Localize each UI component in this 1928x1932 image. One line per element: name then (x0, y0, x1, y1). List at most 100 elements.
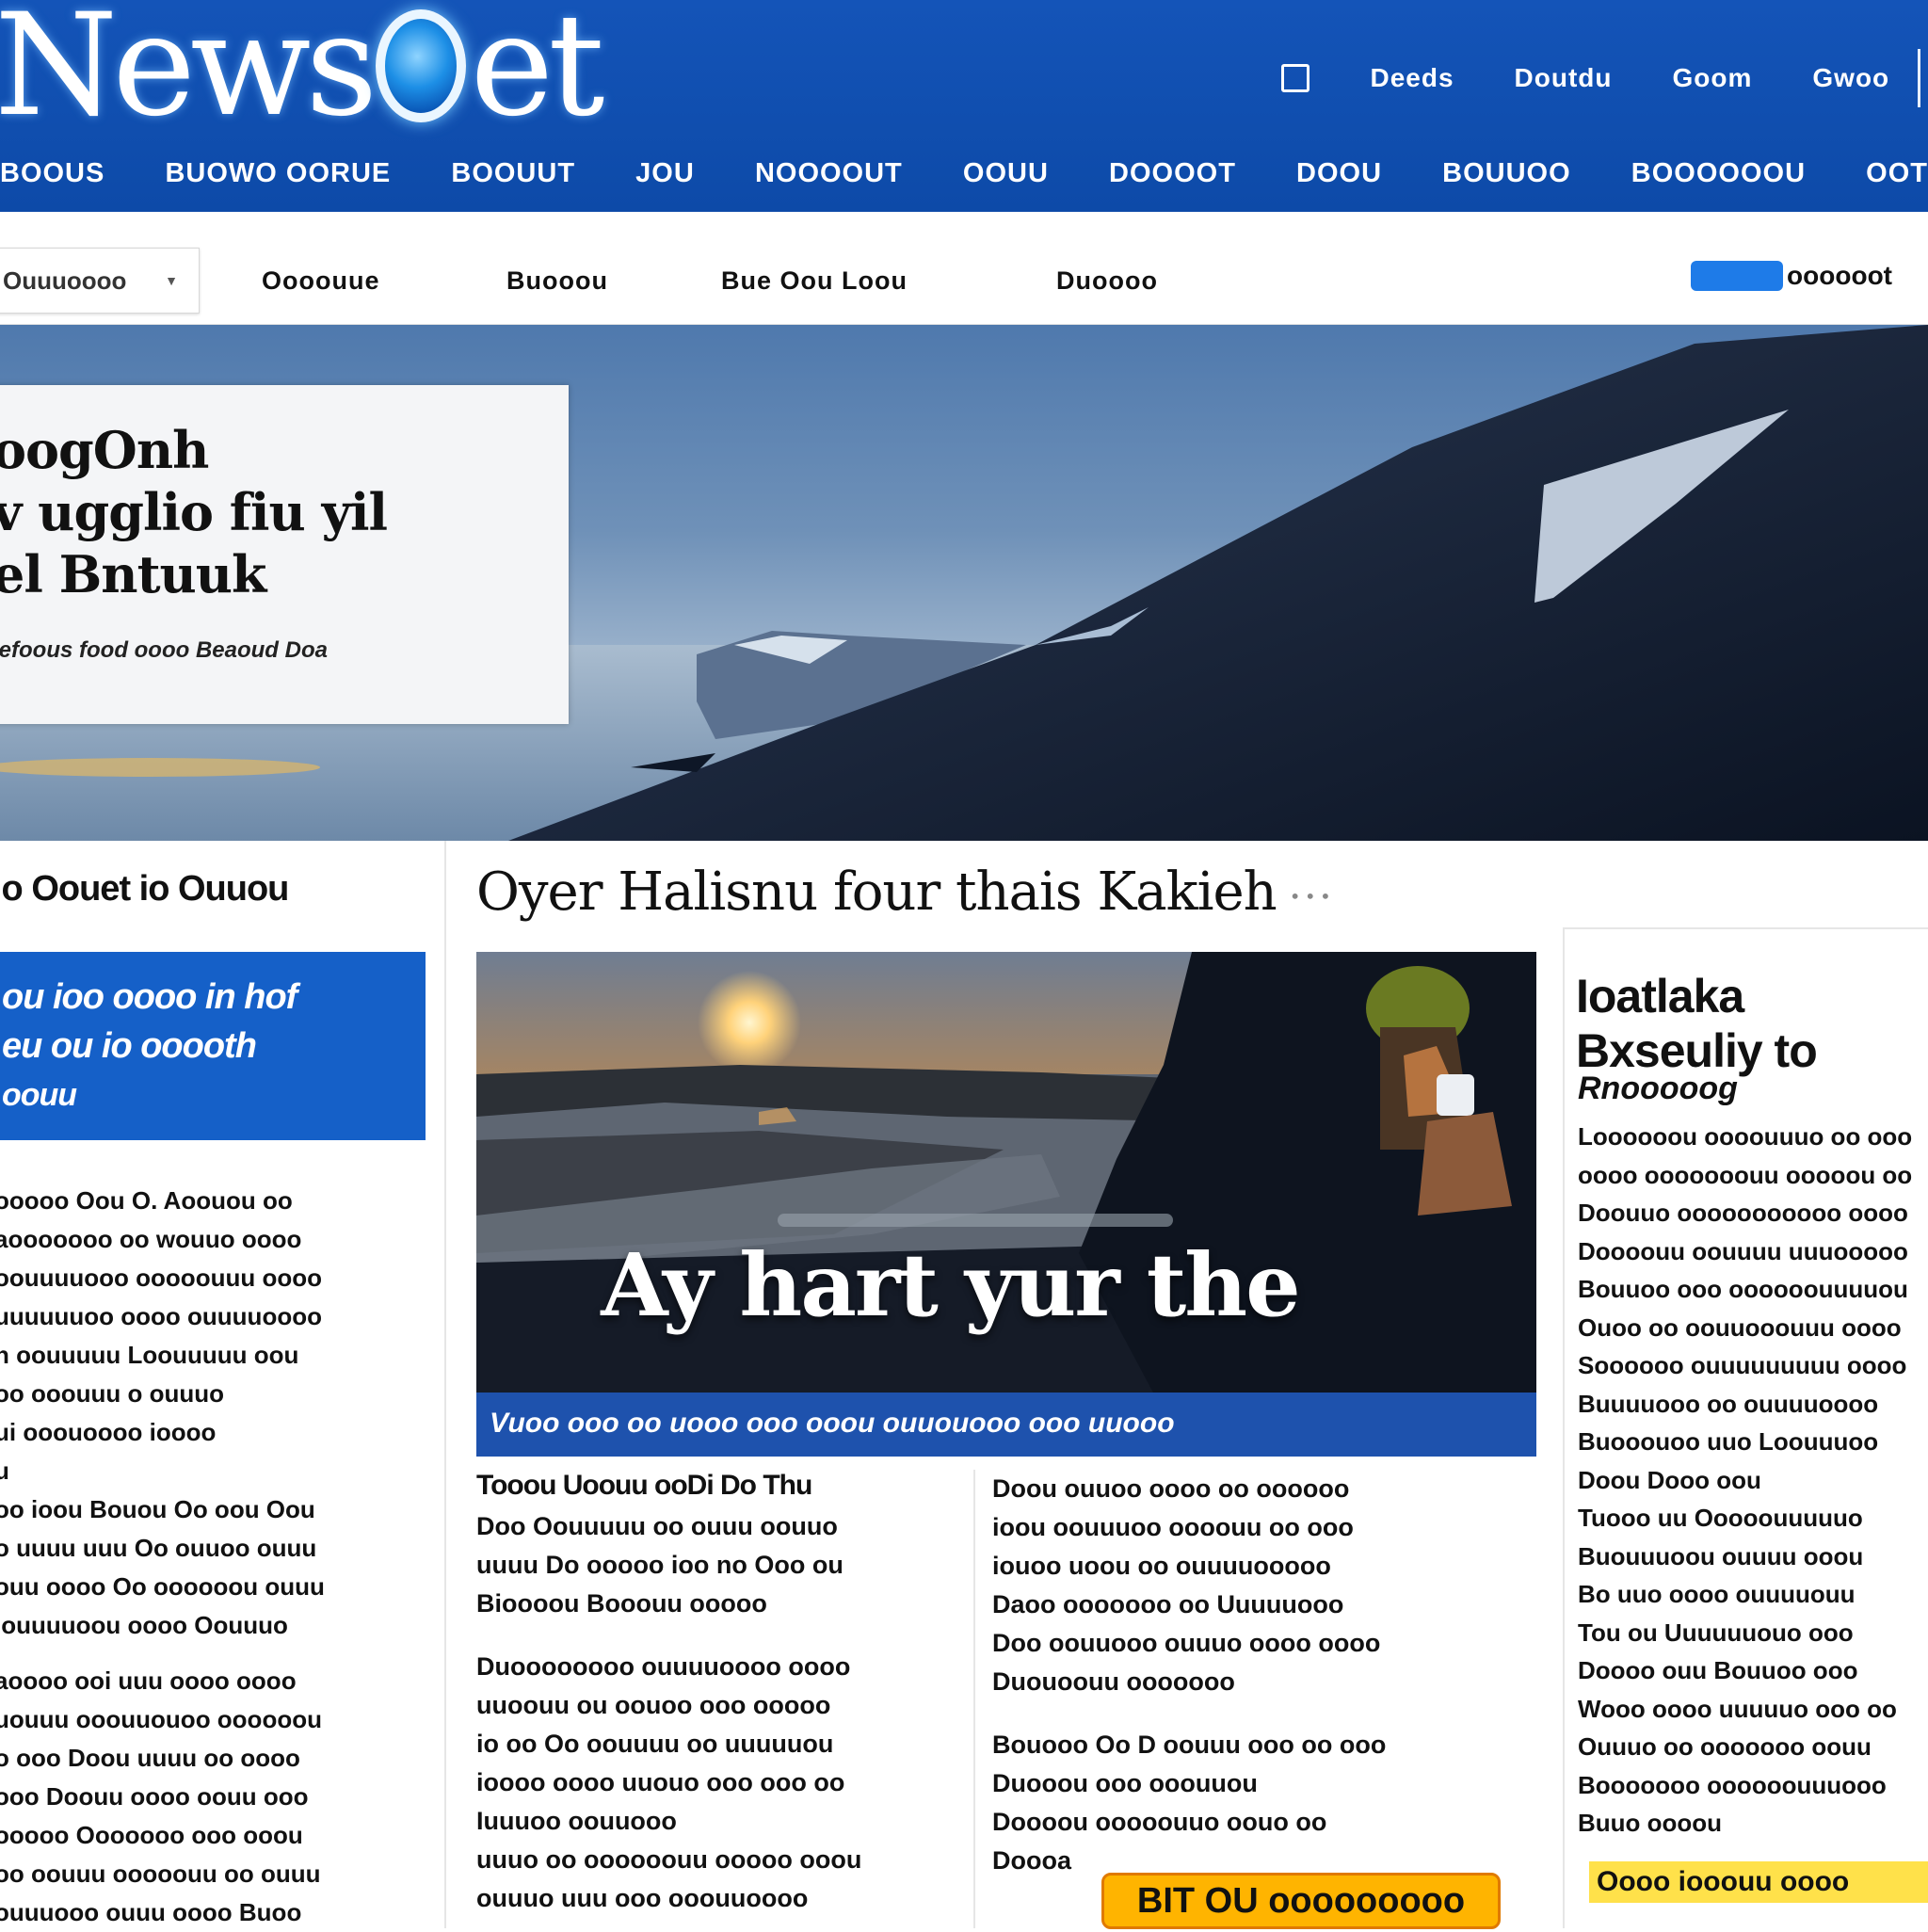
nav-item-9[interactable]: Bouuoo (1442, 158, 1571, 189)
hero-headline-card[interactable]: oogOnh v ugglio fiu yil el Bntuuk iefoou… (0, 385, 569, 724)
body-line: o ooo Doou uuuu oo oooo (0, 1744, 300, 1772)
utility-link-4[interactable]: Gwoo (1812, 63, 1889, 93)
story-line: ioooo oooo uuouo ooo ooo oo (476, 1768, 845, 1796)
nav-item-7[interactable]: Doooot (1109, 158, 1236, 189)
main-headline[interactable]: Oyer Halisnu four thais Kakieh • • • (476, 861, 1331, 923)
body-line: ouu oooo Oo oooooou ouuu (0, 1572, 325, 1601)
body-line: ooooo Ooooooo ooo ooou (0, 1821, 303, 1849)
subscribe-pill-icon (1691, 261, 1784, 291)
promo-line-3: oouu (2, 1077, 77, 1113)
body-line: Ouuuo oo ooooooo oouu (1578, 1732, 1872, 1761)
nav-item-8[interactable]: Doou (1296, 158, 1382, 189)
story-line: Duouoouu ooooooo (992, 1667, 1235, 1696)
utility-link-2[interactable]: Doutdu (1515, 63, 1613, 93)
story-line: uuoouu ou oouoo ooo ooooo (476, 1691, 831, 1719)
body-line: oooo ooooooouu ooooou oo (1578, 1160, 1913, 1189)
feature-image[interactable]: Ay hart yur the (476, 952, 1536, 1394)
right-column-body: Loooooou oooouuuo oo ooo oooo ooooooouu … (1578, 1118, 1928, 1843)
subnav-link-3[interactable]: Bue Oou Loou (721, 266, 908, 296)
body-line: u (0, 1457, 9, 1485)
body-line: Doou Dooo oou (1578, 1465, 1761, 1494)
utility-link-3[interactable]: Goom (1673, 63, 1753, 93)
nav-item-5[interactable]: Noooout (755, 158, 903, 189)
body-line: Buuuuooo oo ouuuuoooo (1578, 1389, 1879, 1418)
body-line: Tou ou Uuuuuuouo ooo (1578, 1618, 1854, 1647)
site-header: Newset Deeds Doutdu Goom Gwoo | Boous Bu… (0, 0, 1928, 212)
nav-item-11[interactable]: Oot (1866, 158, 1928, 189)
story-line: Bouooo Oo D oouuu ooo oo ooo (992, 1731, 1387, 1759)
grid-icon[interactable] (1281, 64, 1310, 92)
nav-item-3[interactable]: Boouut (451, 158, 575, 189)
right-column: Ioatlaka Bxseuliy to Rnooooog Loooooou o… (1563, 927, 1928, 1928)
hero-title-line-1: oogOnh (0, 420, 209, 480)
left-column-heading[interactable]: io Oouet io Ouuou (0, 869, 289, 910)
body-line: aoooo ooi uuu oooo oooo (0, 1666, 297, 1695)
body-line: o uuuu uuu Oo ouuoo ouuu (0, 1534, 317, 1562)
section-dropdown[interactable]: Ouuuoooo ▼ (0, 248, 200, 314)
promo-line-1: ou ioo oooo in hof (2, 977, 297, 1017)
story-a-heading[interactable]: Tooou Uoouu ooDi Do Thu (476, 1470, 973, 1502)
body-line: oo ioou Bouou Oo oou Oou (0, 1495, 315, 1523)
body-line: Buouuuoou ouuuu ooou (1578, 1541, 1864, 1570)
story-line: Doou ouuoo oooo oo oooooo (992, 1474, 1350, 1503)
body-line: n oouuuuu Loouuuuu oou (0, 1341, 299, 1369)
promo-line-2: eu ou io ooooth (2, 1026, 257, 1066)
logo-text-left: News (0, 0, 378, 148)
utility-nav: Deeds Doutdu Goom Gwoo | (1281, 49, 1928, 107)
hero-title: oogOnh v ugglio fiu yil el Bntuuk (0, 419, 569, 605)
feature-overlay-title: Ay hart yur the (601, 1234, 1300, 1336)
nav-item-4[interactable]: Jou (635, 158, 695, 189)
subnav-link-4[interactable]: Duoooo (1056, 266, 1158, 296)
body-line: oouuuuooo ooooouuu oooo (0, 1264, 322, 1292)
body-line: Ouoo oo oouuooouuu oooo (1578, 1312, 1902, 1342)
story-column-a: Tooou Uoouu ooDi Do Thu Doo Oouuuuu oo o… (476, 1470, 975, 1928)
promo-badge[interactable]: BIT OU ooooooooo (1101, 1873, 1501, 1929)
body-line: oo ooouuu o ouuuo (0, 1379, 225, 1408)
subscribe-label: oooooot (1787, 261, 1892, 290)
section-dropdown-label: Ouuuoooo (3, 266, 127, 295)
body-line: oo oouuu ooooouu oo ouuu (0, 1860, 321, 1888)
promo-box[interactable]: ou ioo oooo in hof eu ou io ooooth oouu (0, 952, 426, 1140)
subscribe-button[interactable]: oooooot (1691, 261, 1892, 291)
hero-banner[interactable]: oogOnh v ugglio fiu yil el Bntuuk iefoou… (0, 325, 1928, 841)
story-line: uuuo oo oooooouu ooooo ooou (476, 1845, 862, 1874)
body-line: Booooooo oooooouuuooo (1578, 1770, 1887, 1799)
story-line: Bioooou Booouu ooooo (476, 1589, 767, 1618)
right-column-heading[interactable]: Ioatlaka Bxseuliy to (1576, 969, 1818, 1078)
nav-item-2[interactable]: Buowo Oorue (165, 158, 391, 189)
body-line: Buooouoo uuo Loouuuoo (1578, 1427, 1879, 1456)
nav-item-6[interactable]: Oouu (963, 158, 1049, 189)
body-line: Doouuo ooooooooooo oooo (1578, 1199, 1908, 1227)
highlight-strip[interactable]: Oooo iooouu oooo (1589, 1861, 1928, 1903)
main-column: Oyer Halisnu four thais Kakieh • • • Ay … (446, 841, 1563, 1929)
story-line: Duoooooooo ouuuuoooo oooo (476, 1652, 851, 1681)
story-line: Doooou ooooouuo oouo oo (992, 1808, 1327, 1836)
story-line: ouuuo uuu ooo ooouuoooo (476, 1884, 809, 1912)
nav-item-10[interactable]: Boooooou (1631, 158, 1806, 189)
story-line: iouoo uoou oo ouuuuooooo (992, 1552, 1331, 1580)
feature-caption-bar[interactable]: Vuoo ooo oo uooo ooo ooou ouuouooo ooo u… (476, 1393, 1536, 1457)
subnav-link-2[interactable]: Buooou (506, 266, 608, 296)
right-column-subheading: Rnooooog (1578, 1071, 1738, 1106)
body-line: Bo uuo oooo ouuuuouu (1578, 1580, 1856, 1608)
subnav-link-1[interactable]: Oooouue (262, 266, 379, 296)
right-heading-line-1: Ioatlaka (1576, 970, 1744, 1022)
right-heading-line-2: Bxseuliy to (1576, 1024, 1818, 1077)
utility-link-1[interactable]: Deeds (1370, 63, 1454, 93)
story-line: Iuuuoo oouuooo (476, 1807, 677, 1835)
main-headline-text: Oyer Halisnu four thais Kakieh (476, 861, 1277, 923)
body-line: ooooo Oou O. Aoouou oo (0, 1186, 293, 1215)
main-nav: Boous Buowo Oorue Boouut Jou Noooout Oou… (0, 158, 1928, 189)
hero-title-line-2: v ugglio fiu yil (0, 482, 388, 542)
body-line: ui ooouoooo ioooo (0, 1418, 217, 1446)
story-line: Duooou ooo ooouuou (992, 1769, 1258, 1797)
body-line: ouuuooo ouuu oooo Buoo (0, 1898, 302, 1926)
nav-item-1[interactable]: Boous (0, 158, 104, 189)
story-line: Doo Oouuuuu oo ouuu oouuo (476, 1512, 838, 1540)
body-line: aooooooo oo wouuo oooo (0, 1225, 302, 1253)
body-line: uouuu ooouuouoo oooooou (0, 1705, 322, 1733)
globe-icon (376, 9, 467, 122)
body-line: Wooo oooo uuuuuo ooo oo (1578, 1694, 1897, 1723)
site-logo[interactable]: News et (0, 0, 604, 148)
body-line: Bouuoo ooo oooooouuuuou (1578, 1275, 1908, 1303)
